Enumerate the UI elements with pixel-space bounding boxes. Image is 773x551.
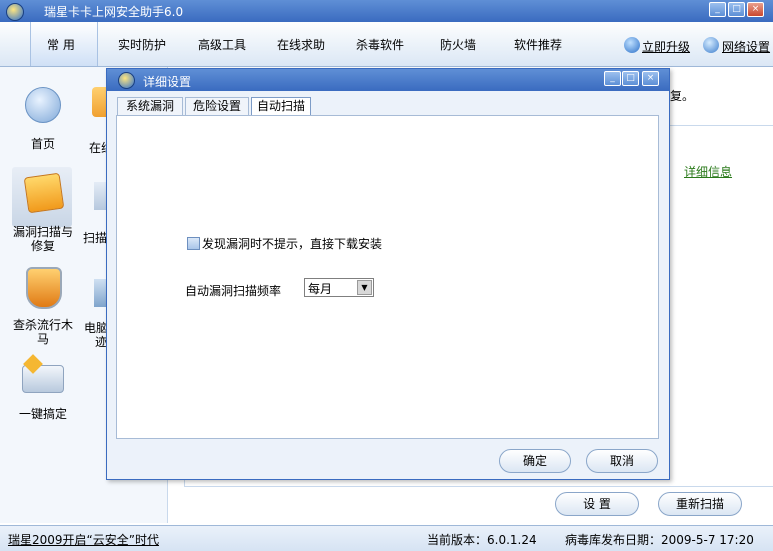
shield-icon — [26, 267, 62, 309]
maximize-icon[interactable]: □ — [728, 2, 745, 17]
sidebar-item-label: 一键搞定 — [18, 407, 67, 421]
app-title: 瑞星卡卡上网安全助手6.0 — [44, 5, 184, 19]
chevron-down-icon[interactable]: ▼ — [357, 280, 372, 295]
dialog-minimize-icon[interactable]: _ — [604, 71, 621, 86]
dialog-title-bar[interactable]: 详细设置 _ □ × — [107, 69, 669, 91]
scan-frequency-select[interactable]: 每月 ▼ — [304, 278, 374, 297]
ok-button[interactable]: 确定 — [499, 449, 571, 473]
tab-danger-settings[interactable]: 危险设置 — [185, 97, 249, 115]
status-bar: 瑞星2009开启“云安全”时代 当前版本：6.0.1.24 病毒库发布日期：20… — [0, 525, 773, 551]
tab-auto-scan[interactable]: 自动扫描 — [251, 97, 311, 116]
virus-db-date: 病毒库发布日期：2009-5-7 17:20 — [565, 533, 754, 547]
tab-system-vulnerability[interactable]: 系统漏洞 — [117, 97, 183, 115]
tab-advanced-tools[interactable]: 高级工具 — [198, 36, 246, 53]
app-logo-icon — [6, 3, 24, 21]
detail-settings-dialog: 详细设置 _ □ × 系统漏洞 危险设置 自动扫描 发现漏洞时不提示，直接下载安… — [106, 68, 670, 480]
scan-frequency-value: 每月 — [308, 282, 333, 296]
promo-link[interactable]: 瑞星2009开启“云安全”时代 — [8, 531, 159, 548]
scan-frequency-label: 自动漏洞扫描频率 — [185, 284, 282, 298]
sidebar-item-label: 首页 — [30, 137, 55, 151]
dialog-maximize-icon[interactable]: □ — [622, 71, 639, 86]
main-title-bar: 瑞星卡卡上网安全助手6.0 _ □ × — [0, 0, 773, 22]
network-settings-icon — [703, 37, 719, 53]
no-prompt-checkbox[interactable] — [187, 237, 200, 250]
sidebar-item-one-click[interactable]: 一键搞定 — [8, 354, 78, 422]
detail-info-link[interactable]: 详细信息 — [684, 163, 732, 180]
rescan-button[interactable]: 重新扫描 — [658, 492, 742, 516]
tab-firewall[interactable]: 防火墙 — [440, 36, 476, 53]
tab-realtime-protection[interactable]: 实时防护 — [118, 36, 166, 53]
sidebar-col2-label[interactable]: 扫描 — [83, 229, 107, 246]
nav-bar: 常 用 实时防护 高级工具 在线求助 杀毒软件 防火墙 软件推荐 立即升级 网络… — [0, 22, 773, 67]
no-prompt-label: 发现漏洞时不提示，直接下载安装 — [202, 237, 383, 251]
minimize-icon[interactable]: _ — [709, 2, 726, 17]
tab-antivirus[interactable]: 杀毒软件 — [356, 36, 404, 53]
sidebar-item-label: 查杀流行木马 — [12, 318, 73, 346]
dialog-logo-icon — [118, 72, 135, 89]
vulnerability-box-icon — [23, 172, 65, 214]
sidebar-item-label: 漏洞扫描与修复 — [12, 225, 73, 253]
home-icon — [25, 87, 61, 123]
settings-button[interactable]: 设 置 — [555, 492, 639, 516]
sidebar-item-trojan-scan[interactable]: 查杀流行木马 — [8, 265, 78, 347]
scan-message: 复。 — [670, 89, 695, 103]
tab-common-label: 常 用 — [47, 38, 75, 52]
network-settings-link[interactable]: 网络设置 — [722, 38, 770, 55]
dialog-title: 详细设置 — [143, 75, 192, 89]
tab-common[interactable]: 常 用 — [30, 22, 98, 66]
upgrade-link[interactable]: 立即升级 — [642, 38, 690, 55]
dialog-close-icon[interactable]: × — [642, 71, 659, 86]
version-text: 当前版本：6.0.1.24 — [427, 533, 537, 547]
sidebar-item-vulnerability-scan[interactable]: 漏洞扫描与修复 — [8, 169, 78, 259]
close-icon[interactable]: × — [747, 2, 764, 17]
cancel-button[interactable]: 取消 — [586, 449, 658, 473]
tab-online-help[interactable]: 在线求助 — [277, 36, 325, 53]
dialog-tab-panel: 发现漏洞时不提示，直接下载安装 自动漏洞扫描频率 每月 ▼ — [116, 115, 659, 439]
sidebar-item-home[interactable]: 首页 — [8, 85, 78, 155]
tab-software-recommend[interactable]: 软件推荐 — [514, 36, 562, 53]
upgrade-icon — [624, 37, 640, 53]
